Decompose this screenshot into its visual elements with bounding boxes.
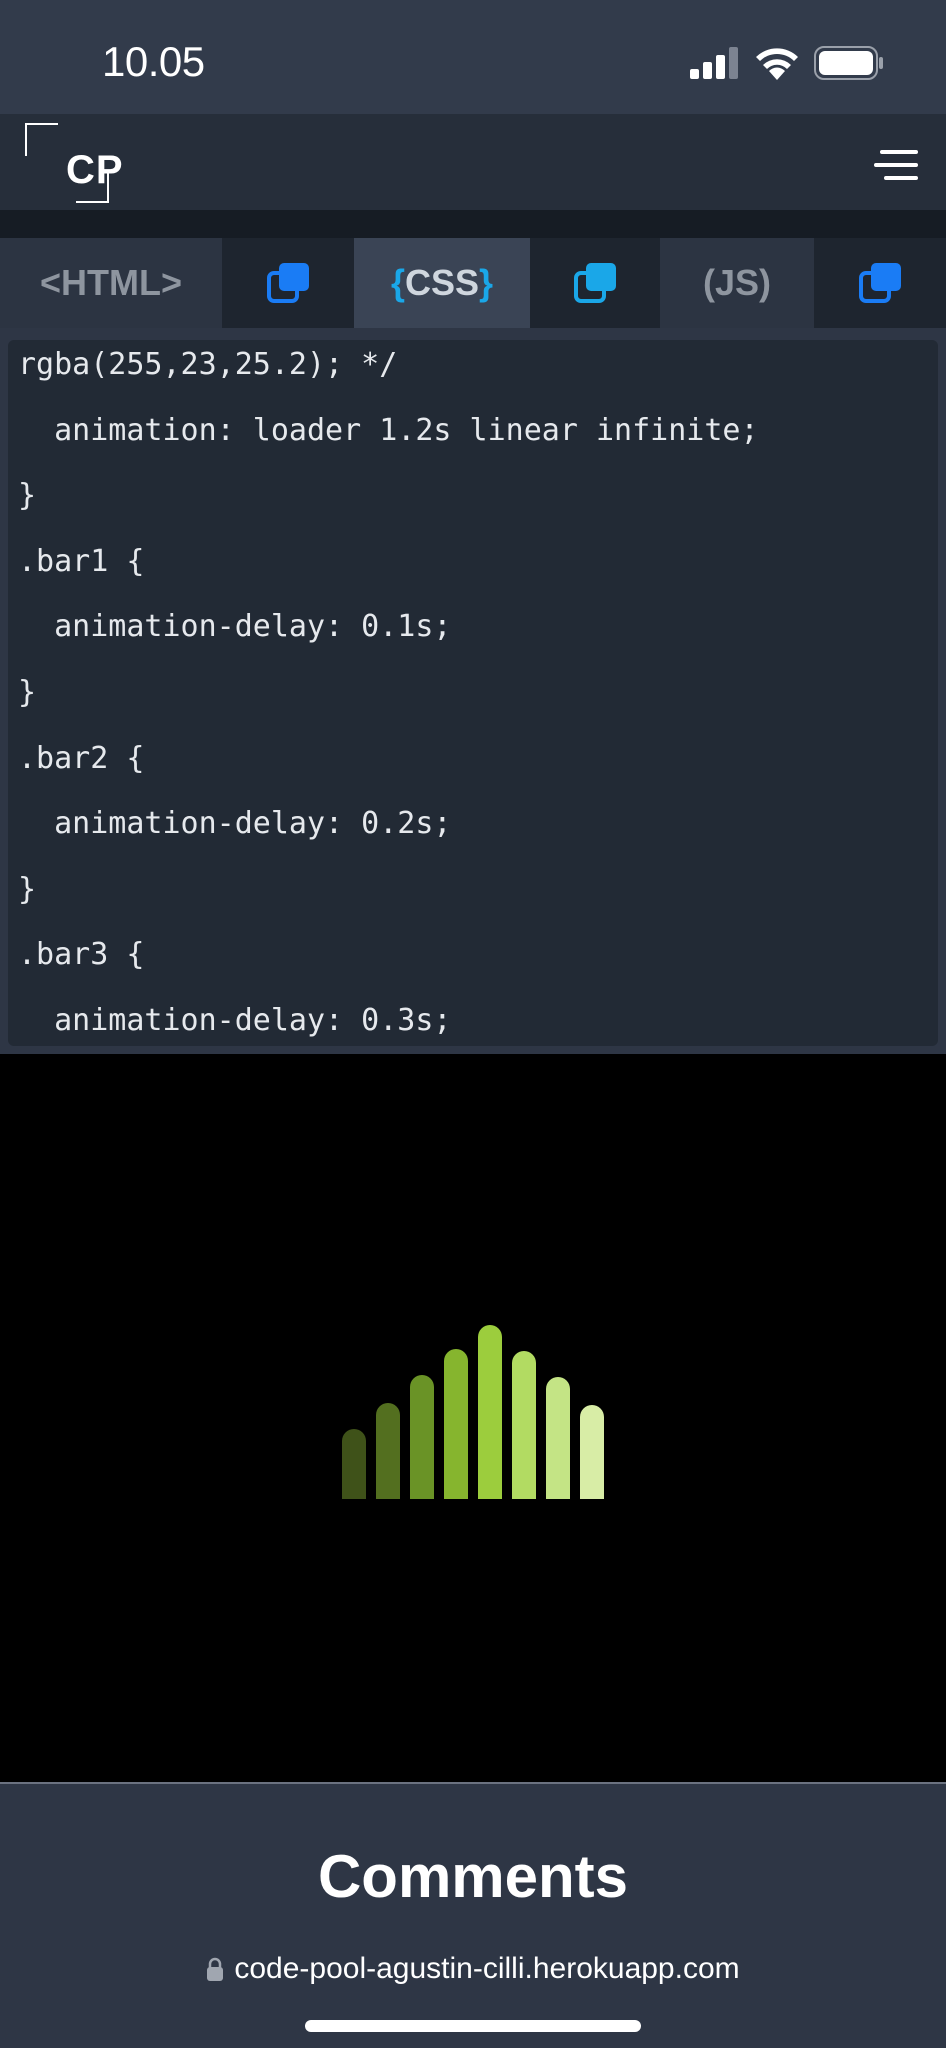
copy-js-button[interactable] <box>814 238 946 328</box>
tab-css-close: } <box>479 262 494 303</box>
copy-icon <box>267 263 309 303</box>
tab-css[interactable]: {CSS} <box>354 238 530 328</box>
home-indicator[interactable] <box>305 2020 641 2032</box>
code-line: rgba(255,23,25.2); */ <box>18 347 398 382</box>
code-line: } <box>18 871 37 907</box>
url-text: code-pool-agustin-cilli.herokuapp.com <box>234 1952 740 1985</box>
code-pool-logo[interactable]: CP <box>24 122 123 204</box>
hamburger-menu-icon[interactable] <box>874 150 918 180</box>
browser-address-bar[interactable]: code-pool-agustin-cilli.herokuapp.com <box>0 1952 946 1986</box>
code-line: .bar2 { <box>18 740 145 776</box>
code-line: animation-delay: 0.3s; <box>18 1002 452 1038</box>
copy-icon <box>574 263 616 303</box>
loader-bar-4 <box>444 1349 468 1499</box>
code-lines: rgba(255,23,25.2); */ animation: loader … <box>18 340 759 1046</box>
status-bar: 10.05 <box>0 0 946 114</box>
loader-bar-2 <box>376 1403 400 1499</box>
comments-title: Comments <box>317 1843 629 1910</box>
preview-pane <box>0 1054 946 1784</box>
lock-icon <box>207 1957 224 1981</box>
code-line: } <box>18 674 37 710</box>
code-line: animation: loader 1.2s linear infinite; <box>18 412 759 448</box>
tab-css-open: { <box>390 262 405 303</box>
tab-js-label: (JS) <box>702 262 771 303</box>
status-time: 10.05 <box>102 38 205 85</box>
battery-icon <box>814 46 883 80</box>
app-header: CP <box>0 114 946 210</box>
loader-animation <box>342 1325 606 1499</box>
header-divider <box>0 210 946 238</box>
tab-js[interactable]: (JS) <box>660 238 814 328</box>
code-line: } <box>18 478 37 514</box>
code-line: .bar3 { <box>18 937 145 973</box>
logo-text: CP <box>66 148 124 192</box>
tab-css-label: CSS <box>404 262 480 303</box>
code-line: animation-delay: 0.2s; <box>18 806 452 842</box>
copy-icon <box>859 263 901 303</box>
copy-html-button[interactable] <box>222 238 354 328</box>
cellular-signal-icon <box>690 47 738 79</box>
loader-bar-5 <box>478 1325 502 1499</box>
editor-tab-bar: <HTML> {CSS} (JS) <box>0 238 946 328</box>
loader-bar-8 <box>580 1405 604 1499</box>
loader-bar-6 <box>512 1351 536 1499</box>
css-code-editor[interactable]: rgba(255,23,25.2); */ animation: loader … <box>8 340 938 1046</box>
loader-bar-7 <box>546 1377 570 1499</box>
tab-html-label: <HTML> <box>39 262 182 303</box>
code-editor-area: rgba(255,23,25.2); */ animation: loader … <box>0 328 946 1054</box>
loader-bar-3 <box>410 1375 434 1499</box>
code-line: animation-delay: 0.1s; <box>18 609 452 645</box>
tab-html[interactable]: <HTML> <box>0 238 222 328</box>
copy-css-button[interactable] <box>530 238 660 328</box>
code-line: .bar1 { <box>18 543 145 579</box>
wifi-icon <box>756 48 798 80</box>
loader-bar-1 <box>342 1429 366 1499</box>
comments-section: Comments code-pool-agustin-cilli.herokua… <box>0 1784 946 2048</box>
